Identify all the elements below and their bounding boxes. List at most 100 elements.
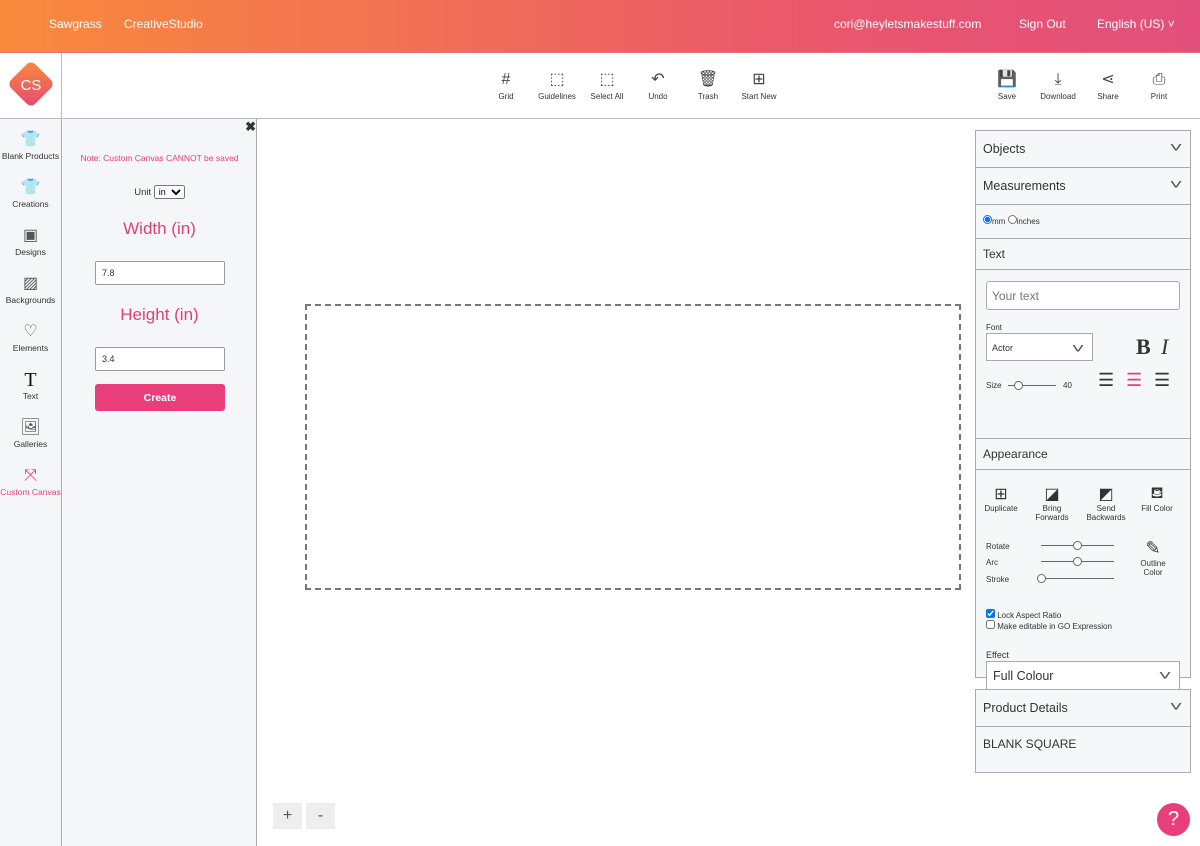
size-label: Size	[986, 381, 1002, 390]
grid-button[interactable]: # Grid	[478, 70, 534, 101]
zoom-in-button[interactable]: +	[273, 803, 302, 829]
product-details-panel: Product Details ˅ BLANK SQUARE	[975, 689, 1191, 773]
custom-canvas-panel: ✖ Note: Custom Canvas CANNOT be saved Un…	[63, 119, 257, 846]
effect-label: Effect	[986, 650, 1009, 660]
image-icon: 🖼	[20, 419, 41, 436]
send-backwards-button[interactable]: ◩ Send Backwards	[1081, 484, 1131, 522]
product-name: BLANK SQUARE	[983, 737, 1077, 751]
unit-label: Unit	[134, 187, 152, 198]
duplicate-icon: ⊞	[994, 486, 1008, 503]
italic-button[interactable]: I	[1161, 334, 1168, 360]
start-new-icon: ⊞	[752, 71, 766, 88]
align-right-icon[interactable]: ☰	[1154, 370, 1170, 391]
sidebar: 👕 Blank Products 👕 Creations ▣ Designs ▨ Bac…	[0, 119, 62, 846]
width-title: Width (in)	[123, 219, 196, 238]
top-header: Sawgrass CreativeStudio cori@heyletsmake…	[0, 0, 1200, 52]
bold-button[interactable]: B	[1136, 334, 1151, 360]
guidelines-icon: ⬚	[549, 71, 565, 88]
sidebar-item-backgrounds[interactable]: ▨ Backgrounds	[0, 263, 61, 311]
trash-button[interactable]: 🗑 Trash	[680, 70, 736, 101]
sidebar-item-blank-products[interactable]: 👕 Blank Products	[0, 119, 61, 167]
print-button[interactable]: ⎙ Print	[1131, 70, 1187, 101]
brand-link[interactable]: Sawgrass	[49, 17, 102, 31]
help-button[interactable]: ?	[1157, 803, 1190, 836]
arc-label: Arc	[986, 558, 998, 567]
fill-color-button[interactable]: ⛾ Fill Color	[1136, 484, 1178, 513]
toolbar: CS # Grid ⬚ Guidelines ⬚ Select All ↶ Undo 🗑…	[0, 52, 1200, 119]
select-all-button[interactable]: ⬚ Select All	[579, 70, 635, 101]
inches-radio[interactable]	[1007, 215, 1017, 224]
mm-radio[interactable]	[983, 215, 992, 224]
width-input[interactable]: 7.8	[95, 261, 225, 285]
bring-forwards-button[interactable]: ◪ Bring Forwards	[1031, 484, 1073, 522]
effect-select[interactable]: Full Colour ˅	[986, 661, 1180, 690]
zoom-out-button[interactable]: -	[306, 803, 335, 829]
stroke-slider[interactable]	[1037, 574, 1114, 583]
design-canvas[interactable]	[305, 304, 961, 590]
stroke-label: Stroke	[986, 575, 1010, 584]
text-icon: T	[24, 369, 37, 391]
bring-forwards-icon: ◪	[1044, 486, 1060, 503]
measurements-section[interactable]: Measurements ˅	[976, 168, 1190, 205]
download-button[interactable]: ⤓ Download	[1030, 70, 1086, 101]
align-center-icon[interactable]: ☰	[1126, 370, 1142, 391]
send-backwards-icon: ◩	[1098, 486, 1114, 503]
sidebar-item-elements[interactable]: ♡ Elements	[0, 311, 61, 359]
sidebar-item-text[interactable]: T Text	[0, 359, 61, 407]
properties-panel: Objects ˅ Measurements ˅ mm inches Text Yo…	[975, 130, 1191, 690]
chevron-down-icon: ˅	[1169, 698, 1183, 714]
duplicate-button[interactable]: ⊞ Duplicate	[980, 484, 1022, 513]
shapes-icon: ♡	[23, 323, 38, 340]
trash-icon: 🗑	[697, 71, 719, 88]
align-left-icon[interactable]: ☰	[1098, 370, 1114, 391]
arc-slider[interactable]	[1041, 557, 1114, 566]
share-button[interactable]: ⋖ Share	[1080, 70, 1136, 101]
go-expression-checkbox[interactable]: Make editable in GO Expression	[986, 620, 1112, 631]
measurement-units: mm inches	[976, 205, 1190, 239]
guidelines-button[interactable]: ⬚ Guidelines	[529, 70, 585, 101]
undo-button[interactable]: ↶ Undo	[630, 70, 686, 101]
outline-color-button[interactable]: ✎ Outline Color	[1132, 538, 1174, 577]
app-link[interactable]: CreativeStudio	[124, 17, 203, 31]
sidebar-item-designs[interactable]: ▣ Designs	[0, 215, 61, 263]
objects-section[interactable]: Objects ˅	[976, 131, 1190, 168]
size-value: 40	[1063, 381, 1072, 390]
sidebar-item-galleries[interactable]: 🖼 Galleries	[0, 407, 61, 455]
rotate-label: Rotate	[986, 542, 1010, 551]
create-button[interactable]: Create	[95, 384, 225, 411]
chevron-down-icon: ˅	[1169, 139, 1183, 155]
sign-out-link[interactable]: Sign Out	[1019, 17, 1066, 31]
product-details-section[interactable]: Product Details ˅	[976, 690, 1190, 727]
start-new-button[interactable]: ⊞ Start New	[731, 70, 787, 101]
logo[interactable]: CS	[0, 53, 62, 119]
close-icon[interactable]: ✖	[245, 119, 256, 135]
height-title: Height (in)	[120, 305, 199, 324]
paint-bucket-icon: ⛾	[1150, 485, 1164, 502]
sidebar-item-custom-canvas[interactable]: ⤧ Custom Canvas	[0, 455, 61, 503]
sidebar-item-creations[interactable]: 👕 Creations	[0, 167, 61, 215]
outline-pen-icon: ✎	[1145, 538, 1161, 558]
design-icon: ▣	[22, 227, 39, 244]
user-email[interactable]: cori@heyletsmakestuff.com	[834, 17, 981, 31]
save-icon: 💾	[997, 71, 1017, 88]
undo-icon: ↶	[651, 71, 665, 88]
appearance-section: ⊞ Duplicate ◪ Bring Forwards ◩ Send Backwar…	[976, 470, 1190, 710]
background-pattern-icon: ▨	[22, 275, 39, 292]
tshirt-icon: 👕	[20, 131, 41, 148]
save-button[interactable]: 💾 Save	[979, 70, 1035, 101]
size-slider-handle[interactable]	[1014, 381, 1023, 390]
lock-aspect-checkbox[interactable]: Lock Aspect Ratio	[986, 609, 1061, 620]
unit-select[interactable]: in	[153, 185, 185, 199]
rotate-slider[interactable]	[1041, 541, 1114, 550]
unit-row: Unit in	[63, 185, 256, 199]
chevron-down-icon: ˅	[1071, 340, 1085, 356]
custom-canvas-icon: ⤧	[24, 467, 37, 484]
font-select[interactable]: Actor ˅	[986, 333, 1093, 361]
text-section: Your text Font Actor ˅ B I Size 40 ☰ ☰ ☰	[976, 270, 1190, 439]
text-input[interactable]: Your text	[986, 281, 1180, 310]
language-select[interactable]: English (US) ˅	[1097, 17, 1175, 31]
creation-tshirt-icon: 👕	[20, 179, 41, 196]
size-slider[interactable]	[1008, 381, 1056, 390]
height-input[interactable]: 3.4	[95, 347, 225, 371]
grid-icon: #	[501, 71, 511, 88]
